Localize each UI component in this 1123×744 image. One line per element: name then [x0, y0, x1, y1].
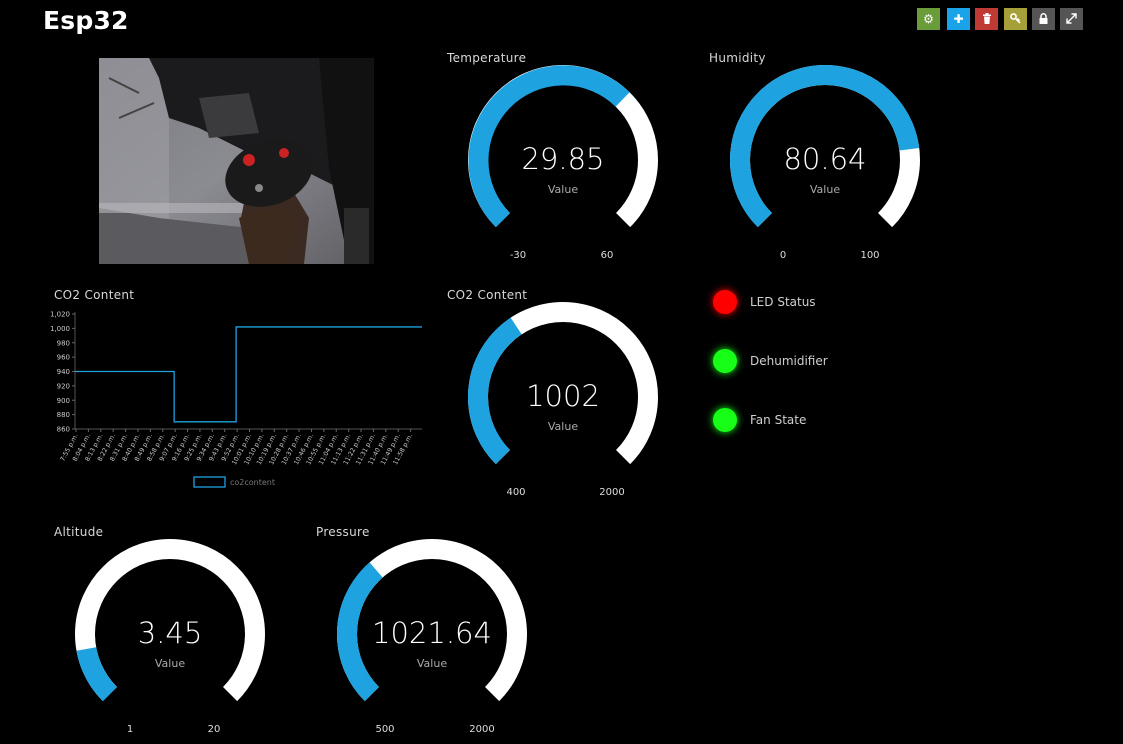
fullscreen-button[interactable]	[1060, 8, 1083, 30]
y-tick-label: 1,000	[50, 325, 70, 333]
gear-icon: ⚙	[923, 13, 934, 25]
co2-min-label: 400	[496, 487, 536, 498]
pressure-value: 1021.64	[327, 616, 537, 650]
altitude-value-caption: Value	[65, 657, 275, 670]
co2-chart-title: CO2 Content	[54, 288, 134, 302]
camera-feed-image	[99, 58, 374, 264]
key-icon	[1010, 13, 1021, 26]
humidity-gauge: 80.64 Value 0 100	[720, 60, 930, 270]
indicator-label: Fan State	[750, 413, 806, 427]
y-tick-label: 980	[57, 339, 70, 347]
fan-state-light	[713, 408, 737, 432]
co2-max-label: 2000	[592, 487, 632, 498]
altitude-min-label: 1	[110, 724, 150, 735]
temperature-min-label: -30	[498, 250, 538, 261]
dehumidifier-light	[713, 349, 737, 373]
y-tick-label: 960	[57, 354, 70, 362]
page-title: Esp32	[43, 6, 129, 35]
indicator-label: LED Status	[750, 295, 816, 309]
altitude-value: 3.45	[65, 616, 275, 650]
trash-icon	[982, 13, 992, 26]
legend-label: co2content	[230, 478, 275, 487]
temperature-max-label: 60	[587, 250, 627, 261]
y-tick-label: 860	[57, 426, 70, 434]
gauge-fill	[86, 649, 110, 694]
series-line-co2content	[75, 327, 422, 422]
plus-icon: ✚	[953, 13, 963, 25]
co2-value-caption: Value	[458, 420, 668, 433]
key-button[interactable]	[1004, 8, 1027, 30]
co2-value: 1002	[458, 379, 668, 413]
legend-swatch	[194, 477, 225, 487]
temperature-value-caption: Value	[458, 183, 668, 196]
y-tick-label: 940	[57, 368, 70, 376]
pressure-gauge: 1021.64 Value 500 2000	[327, 534, 537, 744]
co2-line-chart: 1,0201,0009809609409209008808607:55 p.m.…	[44, 308, 424, 498]
y-tick-label: 900	[57, 397, 70, 405]
delete-button[interactable]	[975, 8, 998, 30]
settings-button[interactable]: ⚙	[917, 8, 940, 30]
humidity-value: 80.64	[720, 142, 930, 176]
co2-gauge: 1002 Value 400 2000	[458, 297, 668, 507]
expand-icon	[1066, 13, 1077, 26]
lock-icon	[1039, 13, 1048, 26]
humidity-min-label: 0	[763, 250, 803, 261]
humidity-max-label: 100	[850, 250, 890, 261]
altitude-gauge: 3.45 Value 1 20	[65, 534, 275, 744]
y-tick-label: 920	[57, 382, 70, 390]
humidity-value-caption: Value	[720, 183, 930, 196]
y-tick-label: 1,020	[50, 311, 70, 319]
altitude-max-label: 20	[194, 724, 234, 735]
temperature-gauge: 29.85 Value -30 60	[458, 60, 668, 270]
pressure-max-label: 2000	[462, 724, 502, 735]
pressure-value-caption: Value	[327, 657, 537, 670]
indicator-label: Dehumidifier	[750, 354, 828, 368]
camera-scene	[99, 58, 374, 264]
y-tick-label: 880	[57, 411, 70, 419]
lock-button[interactable]	[1032, 8, 1055, 30]
led-status-light	[713, 290, 737, 314]
co2-chart-svg: 1,0201,0009809609409209008808607:55 p.m.…	[44, 308, 424, 498]
pressure-min-label: 500	[365, 724, 405, 735]
add-button[interactable]: ✚	[947, 8, 970, 30]
temperature-value: 29.85	[458, 142, 668, 176]
